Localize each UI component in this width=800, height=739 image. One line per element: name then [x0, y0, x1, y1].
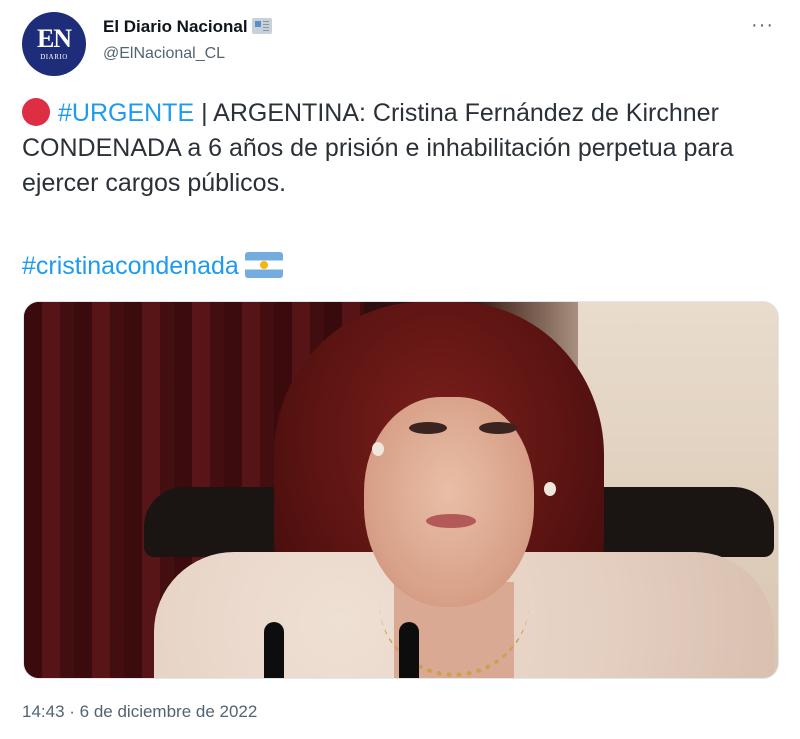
photo-eye-left — [409, 422, 447, 434]
photo-lips — [426, 514, 476, 528]
hashtag-urgente-link[interactable]: #URGENTE — [58, 99, 194, 127]
tweet-timestamp[interactable]: 14:43 · 6 de diciembre de 2022 — [22, 702, 257, 722]
avatar-initials: EN — [36, 24, 72, 53]
newspaper-icon — [251, 18, 272, 34]
more-options-button[interactable]: ··· — [751, 15, 774, 35]
photo-earring-left — [372, 442, 384, 456]
photo-eye-right — [479, 422, 517, 434]
photo-earring-right — [544, 482, 556, 496]
tweet-card: EN DIARIO El Diario Nacional @ElNacional… — [0, 0, 800, 739]
hashtag-cristinacondenada-link[interactable]: #cristinacondenada — [22, 252, 239, 280]
avatar-subtext: DIARIO — [40, 53, 68, 61]
argentina-flag-icon — [244, 252, 283, 278]
separator-text: | — [194, 99, 214, 127]
red-circle-icon — [22, 98, 50, 126]
hashtag-line: #cristinacondenada — [22, 249, 283, 284]
tweet-text: #URGENTE | ARGENTINA: Cristina Fernández… — [22, 96, 782, 201]
author-handle[interactable]: @ElNacional_CL — [103, 45, 225, 63]
photo-microphone-left — [264, 622, 284, 678]
tweet-photo[interactable] — [23, 301, 779, 679]
tweet-text-condenada: CONDENADA — [22, 134, 181, 162]
avatar[interactable]: EN DIARIO — [22, 12, 86, 76]
photo-microphone-right — [399, 622, 419, 678]
tweet-text-part1: ARGENTINA: Cristina Fernández de Kirchne… — [213, 99, 719, 127]
author-name-text: El Diario Nacional — [103, 17, 248, 36]
author-name[interactable]: El Diario Nacional — [103, 17, 272, 37]
